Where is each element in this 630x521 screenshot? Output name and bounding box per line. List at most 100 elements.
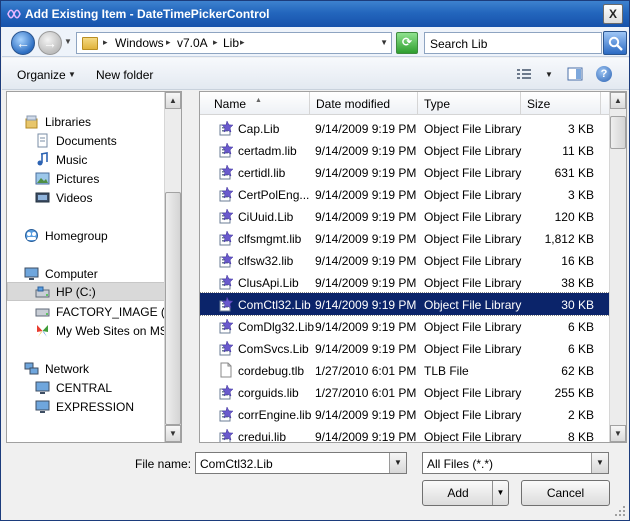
chevron-down-icon[interactable]: ▼ xyxy=(68,70,76,79)
file-name-cell: CertPolEng... xyxy=(238,188,310,202)
breadcrumb-separator-icon[interactable]: ▸ xyxy=(213,37,218,48)
file-name-cell: ComDlg32.Lib xyxy=(238,320,315,334)
breadcrumb-windows[interactable]: Windows xyxy=(115,36,164,50)
file-type-cell: Object File Library xyxy=(424,166,522,180)
file-row[interactable]: clfsw32.lib 9/14/2009 9:19 PM Object File … xyxy=(200,249,610,271)
scroll-thumb[interactable] xyxy=(610,116,626,149)
nav-item-label: Network xyxy=(45,362,90,376)
resize-grip-icon[interactable] xyxy=(614,505,626,517)
file-type-cell: Object File Library xyxy=(424,276,522,290)
file-type-select[interactable]: All Files (*.*) ▼ xyxy=(422,452,609,474)
file-row[interactable]: clfsmgmt.lib 9/14/2009 9:19 PM Object File… xyxy=(200,227,610,249)
file-row[interactable]: Cap.Lib 9/14/2009 9:19 PM Object File Libr… xyxy=(200,117,610,139)
file-name-input[interactable]: ComCtl32.Lib ▼ xyxy=(195,452,407,474)
search-input[interactable]: Search Lib xyxy=(424,32,602,54)
scroll-up-icon[interactable]: ▲ xyxy=(610,92,626,109)
scroll-down-icon[interactable]: ▼ xyxy=(610,425,626,442)
file-row[interactable]: corguids.lib 1/27/2010 6:01 PM Object File… xyxy=(200,381,610,403)
chevron-down-icon[interactable]: ▼ xyxy=(492,481,508,505)
file-name-value: ComCtl32.Lib xyxy=(200,457,273,471)
nav-expression[interactable]: EXPRESSION xyxy=(7,397,181,416)
file-date-cell: 1/27/2010 6:01 PM xyxy=(315,386,417,400)
address-dropdown-icon[interactable]: ▼ xyxy=(380,38,388,47)
close-button[interactable]: X xyxy=(603,4,623,24)
file-date-cell: 9/14/2009 9:19 PM xyxy=(315,298,417,312)
nav-drive-c[interactable]: HP (C:) xyxy=(7,282,181,301)
file-type-cell: Object File Library xyxy=(424,254,522,268)
file-row[interactable]: credui.lib 9/14/2009 9:19 PM Object File L… xyxy=(200,425,610,442)
column-header-name[interactable]: Name ▲ xyxy=(208,92,310,115)
library-file-icon xyxy=(219,186,234,202)
help-icon[interactable]: ? xyxy=(596,66,612,82)
file-row[interactable]: corrEngine.lib 9/14/2009 9:19 PM Object Fi… xyxy=(200,403,610,425)
nav-central[interactable]: CENTRAL xyxy=(7,378,181,397)
column-header-type[interactable]: Type xyxy=(418,92,521,115)
nav-music[interactable]: Music xyxy=(7,150,181,169)
pictures-icon xyxy=(35,172,50,185)
file-date-cell: 9/14/2009 9:19 PM xyxy=(315,122,417,136)
recent-pages-dropdown[interactable]: ▼ xyxy=(64,37,72,46)
file-size-cell: 11 KB xyxy=(562,144,594,158)
preview-pane-icon[interactable] xyxy=(567,66,583,82)
address-bar[interactable]: ▸ Windows ▸ v7.0A ▸ Lib ▸ ▼ xyxy=(76,32,392,54)
file-row[interactable]: certadm.lib 9/14/2009 9:19 PM Object File … xyxy=(200,139,610,161)
new-folder-button[interactable]: New folder xyxy=(96,68,153,82)
file-date-cell: 9/14/2009 9:19 PM xyxy=(315,166,417,180)
library-file-icon xyxy=(219,252,234,268)
nav-my-web-sites[interactable]: My Web Sites on MSN xyxy=(7,321,181,340)
file-name-cell: clfsw32.lib xyxy=(238,254,294,268)
cancel-button[interactable]: Cancel xyxy=(521,480,610,506)
breadcrumb-lib[interactable]: Lib xyxy=(223,36,239,50)
file-size-cell: 38 KB xyxy=(561,276,594,290)
file-name-cell: CiUuid.Lib xyxy=(238,210,294,224)
view-dropdown-icon[interactable]: ▼ xyxy=(545,70,553,79)
breadcrumb-v7[interactable]: v7.0A xyxy=(177,36,208,50)
nav-network[interactable]: Network xyxy=(7,359,181,378)
column-header-size[interactable]: Size xyxy=(521,92,601,115)
add-button[interactable]: Add ▼ xyxy=(422,480,509,506)
scroll-thumb[interactable] xyxy=(165,192,181,425)
scroll-down-icon[interactable]: ▼ xyxy=(165,425,181,442)
breadcrumb-separator-icon[interactable]: ▸ xyxy=(240,37,245,48)
file-row[interactable]: certidl.lib 9/14/2009 9:19 PM Object File … xyxy=(200,161,610,183)
view-options-icon[interactable] xyxy=(516,66,532,82)
file-name-cell: corguids.lib xyxy=(238,386,299,400)
forward-button[interactable]: → xyxy=(38,31,62,55)
nav-pictures[interactable]: Pictures xyxy=(7,169,181,188)
file-row[interactable]: ComSvcs.Lib 9/14/2009 9:19 PM Object File … xyxy=(200,337,610,359)
breadcrumb-separator-icon[interactable]: ▸ xyxy=(166,37,171,48)
nav-pane-scrollbar[interactable]: ▲ ▼ xyxy=(164,92,181,442)
file-row[interactable]: CiUuid.Lib 9/14/2009 9:19 PM Object File L… xyxy=(200,205,610,227)
file-row[interactable]: ComCtl32.Lib 9/14/2009 9:19 PM Object File… xyxy=(200,292,611,316)
file-row[interactable]: ComDlg32.Lib 9/14/2009 9:19 PM Object File… xyxy=(200,315,610,337)
search-button[interactable] xyxy=(603,31,627,55)
file-type-cell: TLB File xyxy=(424,364,469,378)
folder-icon xyxy=(82,37,98,50)
nav-item-label: HP (C:) xyxy=(56,285,96,299)
file-row[interactable]: cordebug.tlb 1/27/2010 6:01 PM TLB File 62 … xyxy=(200,359,610,381)
title-bar[interactable]: Add Existing Item - DateTimePickerContro… xyxy=(1,1,629,27)
nav-videos[interactable]: Videos xyxy=(7,188,181,207)
nav-homegroup[interactable]: Homegroup xyxy=(7,226,181,245)
chevron-down-icon[interactable]: ▼ xyxy=(389,453,406,473)
nav-documents[interactable]: Documents xyxy=(7,131,181,150)
column-header-row: Name ▲ Date modified Type Size xyxy=(200,92,610,115)
breadcrumb-separator-icon[interactable]: ▸ xyxy=(103,37,108,48)
chevron-down-icon[interactable]: ▼ xyxy=(591,453,608,473)
scroll-up-icon[interactable]: ▲ xyxy=(165,92,181,109)
file-list-scrollbar[interactable]: ▲ ▼ xyxy=(609,92,626,442)
organize-menu[interactable]: Organize xyxy=(17,68,66,82)
file-row[interactable]: ClusApi.Lib 9/14/2009 9:19 PM Object File … xyxy=(200,271,610,293)
nav-computer[interactable]: Computer xyxy=(7,264,181,283)
file-size-cell: 6 KB xyxy=(567,320,594,334)
add-button-label: Add xyxy=(447,486,469,500)
refresh-button[interactable]: ⟳ xyxy=(396,32,418,54)
file-name-cell: certadm.lib xyxy=(238,144,297,158)
file-row[interactable]: CertPolEng... 9/14/2009 9:19 PM Object Fil… xyxy=(200,183,610,205)
navigation-pane: Libraries Documents Music Pictures Video… xyxy=(6,91,182,443)
nav-drive-d[interactable]: FACTORY_IMAGE (D:) xyxy=(7,302,181,321)
column-header-date[interactable]: Date modified xyxy=(310,92,418,115)
back-button[interactable]: ← xyxy=(11,31,35,55)
nav-libraries[interactable]: Libraries xyxy=(7,112,181,131)
file-name-cell: corrEngine.lib xyxy=(238,408,312,422)
